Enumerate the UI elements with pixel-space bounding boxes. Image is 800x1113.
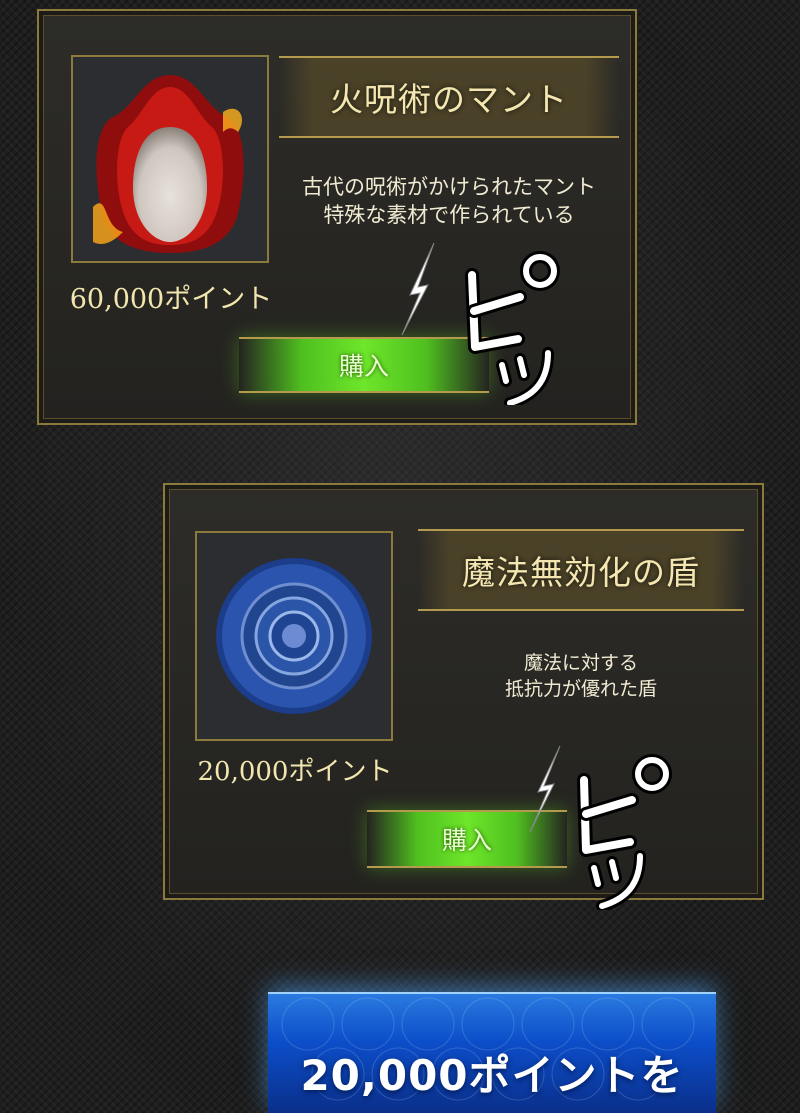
magic-shield-icon [195,531,393,741]
item-price: 60,000ポイント [69,284,273,315]
item-title: 火呪術のマント [279,56,619,138]
item-description: 古代の呪術がかけられたマント 特殊な素材で作られている [302,175,596,228]
fire-cloak-icon [71,55,269,263]
item-description: 魔法に対する 抵抗力が優れた盾 [504,652,657,700]
sfx-beep-2 [520,740,700,912]
item-price: 20,000ポイント [197,757,393,787]
item-title: 魔法無効化の盾 [418,529,744,611]
banner-text: 20,000ポイントを [300,1051,684,1100]
points-banner: 20,000ポイントを [268,992,716,1113]
sfx-beep-1 [390,235,570,409]
